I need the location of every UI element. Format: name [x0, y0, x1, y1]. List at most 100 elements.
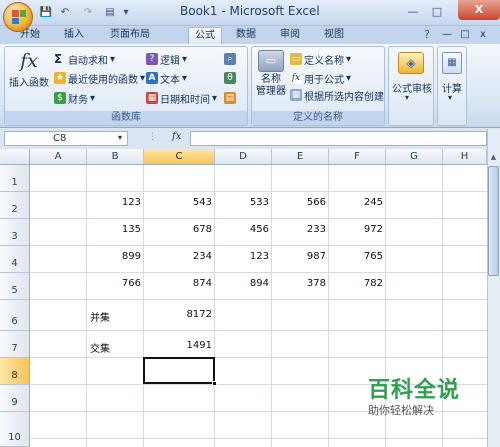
cell-c7[interactable]: 1491 [144, 340, 212, 351]
use-in-formula-button[interactable]: fx 用于公式 ▾ [290, 71, 351, 86]
cell-b3[interactable]: 135 [87, 224, 141, 235]
cell-f3[interactable]: 972 [329, 224, 383, 235]
formula-auditing-icon: ◈ [398, 52, 424, 74]
cell-c6[interactable]: 8172 [144, 309, 212, 320]
window-title: Book1 - Microsoft Excel [180, 4, 320, 18]
name-manager-label: 名称 管理器 [256, 74, 286, 97]
redo-icon[interactable]: ↷ [80, 5, 96, 20]
help-icon[interactable]: ? [420, 27, 434, 44]
cell-b2[interactable]: 123 [87, 197, 141, 208]
close-button[interactable]: X [458, 0, 500, 20]
row-header-7[interactable]: 7 [0, 331, 30, 358]
minimize-button[interactable]: — [404, 4, 422, 20]
tab-insert[interactable]: 插入 [58, 27, 90, 44]
cell-d3[interactable]: 456 [215, 224, 269, 235]
column-header-c[interactable]: C [144, 149, 215, 165]
column-header-d[interactable]: D [215, 149, 272, 165]
row-header-5[interactable]: 5 [0, 273, 30, 300]
gridline [442, 165, 443, 447]
autosum-button[interactable]: Σ 自动求和 ▾ [54, 52, 115, 67]
cell-e5[interactable]: 378 [272, 278, 326, 289]
row-header-10[interactable]: 10 [0, 412, 30, 447]
row-header-8[interactable]: 8 [0, 358, 30, 385]
formula-auditing-label: 公式审核 [392, 84, 432, 95]
tab-page-layout[interactable]: 页面布局 [102, 27, 158, 44]
financial-button[interactable]: $ 财务 ▾ [54, 91, 95, 106]
gridline [30, 299, 487, 300]
column-header-f[interactable]: F [329, 149, 386, 165]
cell-f4[interactable]: 765 [329, 251, 383, 262]
math-trig-button[interactable]: θ [224, 71, 236, 85]
tab-view[interactable]: 视图 [318, 27, 350, 44]
calendar-icon: ▦ [146, 92, 158, 104]
cell-b4[interactable]: 899 [87, 251, 141, 262]
cell-d4[interactable]: 123 [215, 251, 269, 262]
office-button[interactable] [3, 2, 33, 32]
cell-c2[interactable]: 543 [144, 197, 212, 208]
tab-formulas[interactable]: 公式 [188, 27, 222, 44]
row-header-6[interactable]: 6 [0, 300, 30, 331]
cell-f2[interactable]: 245 [329, 197, 383, 208]
more-functions-icon: ▤ [224, 92, 236, 104]
lookup-reference-button[interactable]: ⌕ [224, 52, 236, 66]
row-header-9[interactable]: 9 [0, 385, 30, 412]
active-cell-c8[interactable] [143, 357, 215, 384]
text-button[interactable]: A 文本 ▾ [146, 71, 187, 86]
name-box-dropdown-icon[interactable]: ▾ [118, 133, 122, 142]
cell-c4[interactable]: 234 [144, 251, 212, 262]
cell-b6[interactable]: 并集 [90, 309, 144, 324]
save-icon[interactable]: 💾 [38, 5, 54, 20]
defined-names-label: 定义的名称 [252, 111, 384, 125]
cell-c3[interactable]: 678 [144, 224, 212, 235]
row-header-3[interactable]: 3 [0, 219, 30, 246]
text-icon: A [146, 72, 158, 84]
customize-toolbar-icon[interactable]: ▾ [118, 5, 134, 20]
column-header-g[interactable]: G [386, 149, 443, 165]
cell-b7[interactable]: 交集 [90, 340, 144, 355]
row-header-1[interactable]: 1 [0, 165, 30, 192]
ribbon-restore-icon[interactable]: □ [458, 27, 472, 44]
insert-function-icon[interactable]: fx [172, 131, 181, 142]
cell-d5[interactable]: 894 [215, 278, 269, 289]
cell-e2[interactable]: 566 [272, 197, 326, 208]
cell-e4[interactable]: 987 [272, 251, 326, 262]
maximize-button[interactable]: □ [428, 4, 446, 20]
cell-f5[interactable]: 782 [329, 278, 383, 289]
select-all-corner[interactable] [0, 149, 30, 165]
row-header-4[interactable]: 4 [0, 246, 30, 273]
create-from-selection-button[interactable]: ▦ 根据所选内容创建 [290, 88, 384, 103]
recent-functions-button[interactable]: ★ 最近使用的函数 ▾ [54, 71, 145, 86]
column-header-h[interactable]: H [443, 149, 487, 165]
cell-e3[interactable]: 233 [272, 224, 326, 235]
insert-function-button[interactable]: fx 插入函数 [8, 50, 50, 89]
logical-icon: ? [146, 53, 158, 65]
print-preview-icon[interactable]: ▤ [102, 5, 118, 20]
cell-d2[interactable]: 533 [215, 197, 269, 208]
ribbon-minimize-icon[interactable]: — [440, 27, 454, 44]
name-box[interactable]: C8 [4, 131, 128, 146]
undo-icon[interactable]: ↶ [57, 5, 73, 20]
row-header-2[interactable]: 2 [0, 192, 30, 219]
function-library-label: 函数库 [5, 111, 247, 125]
column-header-a[interactable]: A [30, 149, 87, 165]
scrollbar-thumb[interactable] [488, 166, 499, 276]
watermark-brand: 百科全说 [368, 378, 461, 403]
cell-b5[interactable]: 766 [87, 278, 141, 289]
scroll-up-icon[interactable]: ▲ [488, 150, 499, 164]
lookup-icon: ⌕ [224, 53, 236, 65]
more-functions-button[interactable]: ▤ [224, 91, 236, 105]
ribbon-close-icon[interactable]: x [476, 27, 490, 44]
define-name-button[interactable]: ▭ 定义名称 ▾ [290, 52, 351, 67]
cell-c5[interactable]: 874 [144, 278, 212, 289]
gridline [30, 191, 487, 192]
gridline [30, 245, 487, 246]
column-header-e[interactable]: E [272, 149, 329, 165]
date-time-button[interactable]: ▦ 日期和时间 ▾ [146, 91, 217, 106]
name-manager-button[interactable]: ▭ 名称 管理器 [254, 50, 288, 98]
logical-button[interactable]: ? 逻辑 ▾ [146, 52, 187, 67]
formula-input[interactable] [190, 131, 487, 146]
column-header-b[interactable]: B [87, 149, 144, 165]
tab-review[interactable]: 审阅 [274, 27, 306, 44]
tab-data[interactable]: 数据 [230, 27, 262, 44]
fill-handle[interactable] [212, 381, 217, 386]
